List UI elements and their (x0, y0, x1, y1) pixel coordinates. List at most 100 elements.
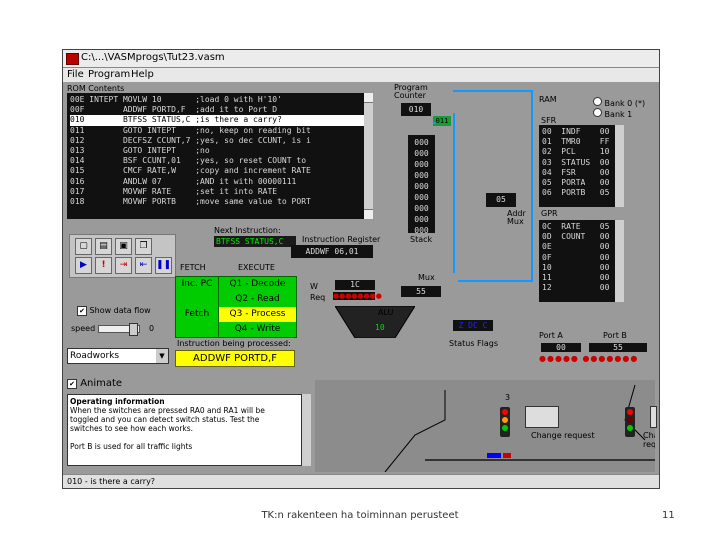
step-icon[interactable]: ⇥ (115, 257, 132, 274)
slide-caption: TK:n rakenteen ha toiminnan perusteet (261, 510, 459, 521)
stack-entry: 000 (414, 171, 429, 180)
w-value: 1C (335, 280, 375, 290)
menu-program[interactable]: Program (88, 69, 130, 80)
sfr-row[interactable]: 02 PCL 10 (542, 147, 615, 157)
stop-icon[interactable]: ! (95, 257, 112, 274)
sfr-row[interactable]: 04 FSR 00 (542, 168, 615, 178)
wire (433, 122, 436, 124)
bank1-option[interactable]: Bank 1 (593, 108, 632, 119)
rom-listing[interactable]: 00E INTEPT MOVLW 10 ;load 0 with H'10' 00… (67, 93, 364, 219)
chevron-down-icon[interactable]: ▼ (156, 349, 168, 363)
stack-entry: 000 (414, 182, 429, 191)
rom-scrollbar[interactable] (364, 93, 373, 219)
gpr-row[interactable]: 0C RATE 05 (542, 222, 615, 232)
bank0-option[interactable]: Bank 0 (*) (593, 97, 645, 108)
rom-row[interactable]: 018 MOVWF PORTB ;move same value to PORT (70, 197, 364, 207)
change-request-left[interactable]: Change request (531, 431, 595, 440)
gpr-row[interactable]: 0E 00 (542, 242, 615, 252)
stack-entry: 000 (414, 138, 429, 147)
back-step-icon[interactable]: ⇤ (135, 257, 152, 274)
cycle-stage-cell: Q1 - Decode (219, 277, 296, 292)
cycle-stage-cell: Q2 - Read (219, 292, 296, 307)
wire-top (453, 90, 533, 92)
instruction-register-label: Instruction Register (302, 235, 381, 244)
open-folder-icon[interactable]: ▤ (95, 238, 112, 255)
cycle-fetch-cell: Inc. PC (176, 277, 219, 292)
rom-contents-label: ROM Contents (67, 84, 125, 93)
pause-icon[interactable]: ❚❚ (155, 257, 172, 274)
status-bar: 010 - is there a carry? (63, 474, 659, 488)
traffic-light-right-icon (625, 407, 635, 437)
rom-row[interactable]: 00E INTEPT MOVLW 10 ;load 0 with H'10' (70, 95, 364, 105)
mux-value: 55 (401, 286, 441, 297)
addr-mux-label: Addr Mux (507, 209, 526, 226)
rom-row[interactable]: 017 MOVWF RATE ;set it into RATE (70, 187, 364, 197)
sfr-row[interactable]: 06 PORTB 05 (542, 188, 615, 198)
port-a-label: Port A (539, 331, 563, 340)
port-leds: ●●●●● ●●●●●●● (539, 354, 639, 363)
rom-row[interactable]: 012 DECFSZ CCUNT,7 ;yes, so dec CCUNT, i… (70, 136, 364, 146)
port-b-label: Port B (603, 331, 627, 340)
operating-info-panel: Operating information When the switches … (67, 394, 302, 466)
stack-entry: 000 (414, 149, 429, 158)
status-flags-value: Z DC C (453, 320, 493, 331)
stack-entry: 000 (414, 193, 429, 202)
info-line: When the switches are pressed RA0 and RA… (70, 406, 265, 415)
next-instruction-value: BTFSS STATUS,C (214, 236, 296, 247)
rom-row[interactable]: 00F ADDWF PORTD,F ;add it to Port D (70, 105, 364, 115)
car-blue-icon (487, 453, 501, 458)
wire-right (531, 90, 533, 280)
sfr-row[interactable]: 00 INDF 00 (542, 127, 615, 137)
new-file-icon[interactable]: ▢ (75, 238, 92, 255)
info-scrollbar[interactable] (302, 394, 311, 466)
rom-row[interactable]: 016 ANDLW 07 ;AND it with 00000111 (70, 177, 364, 187)
program-select[interactable]: Roadworks ▼ (67, 348, 169, 364)
speed-value: 0 (149, 324, 155, 333)
req-label: Req (310, 293, 326, 302)
switch-left-icon[interactable] (525, 406, 559, 428)
gpr-label: GPR (541, 209, 558, 218)
cycle-stage-cell: Q3 - Process (219, 307, 296, 322)
gpr-scrollbar[interactable] (615, 220, 624, 302)
gpr-row[interactable]: 10 00 (542, 263, 615, 273)
info-line: toggled and you can detect switch status… (70, 415, 260, 424)
save-icon[interactable]: ▣ (115, 238, 132, 255)
alu-value: 10 (375, 323, 385, 332)
animate-checkbox[interactable]: ✔ Animate (67, 378, 122, 389)
gpr-row[interactable]: 12 00 (542, 283, 615, 293)
gpr-row[interactable]: 0F 00 (542, 253, 615, 263)
sfr-table[interactable]: 00 INDF 00 01 TMR0 FF 02 PCL 10 03 STATUS 0… (539, 125, 615, 207)
run-icon[interactable]: ▶ (75, 257, 92, 274)
road-simulation: 3 Change request Change request (315, 380, 657, 473)
copy-icon[interactable]: ❐ (135, 238, 152, 255)
req-bits: ●●●●●●●● (333, 292, 382, 300)
rom-row[interactable]: 011 GOTO INTEPT ;no, keep on reading bit (70, 126, 364, 136)
sfr-row[interactable]: 03 STATUS 00 (542, 158, 615, 168)
rom-row[interactable]: 010 BTFSS STATUS,C ;is there a carry? (70, 115, 364, 126)
wire-mid (458, 280, 533, 282)
cycle-panel: Inc. PC Q1 - Decode Q2 - Read Fetch Q3 - Pro… (175, 276, 297, 338)
cycle-fetch-cell (176, 322, 219, 337)
rom-row[interactable]: 014 BSF CCUNT,01 ;yes, so reset COUNT to (70, 156, 364, 166)
gpr-row[interactable]: 0D COUNT 00 (542, 232, 615, 242)
w-label: W (310, 282, 318, 291)
addr-mux-value: 05 (486, 193, 516, 207)
alu-label: ALU (378, 308, 394, 317)
switch-right-icon[interactable] (650, 406, 657, 428)
sfr-scrollbar[interactable] (615, 125, 624, 207)
status-flags-label: Status Flags (449, 339, 499, 348)
processing-label: Instruction being processed: (177, 339, 291, 348)
change-request-right[interactable]: Change request (643, 431, 655, 449)
rom-row[interactable]: 015 CMCF RATE,W ;copy and increment RATE (70, 166, 364, 176)
rom-row[interactable]: 013 GOTO INTEPT ;no (70, 146, 364, 156)
port-b-value: 55 (589, 343, 647, 352)
gpr-table[interactable]: 0C RATE 05 0D COUNT 00 0E 00 0F 00 10 00 11 0… (539, 220, 615, 302)
show-data-flow-checkbox[interactable]: ✔ Show data flow (77, 306, 151, 316)
menu-help[interactable]: Help (131, 69, 154, 80)
mux-label: Mux (418, 273, 435, 282)
gpr-row[interactable]: 11 00 (542, 273, 615, 283)
speed-slider[interactable] (98, 323, 140, 336)
sfr-row[interactable]: 01 TMR0 FF (542, 137, 615, 147)
menu-file[interactable]: File (67, 69, 84, 80)
sfr-row[interactable]: 05 PORTA 00 (542, 178, 615, 188)
